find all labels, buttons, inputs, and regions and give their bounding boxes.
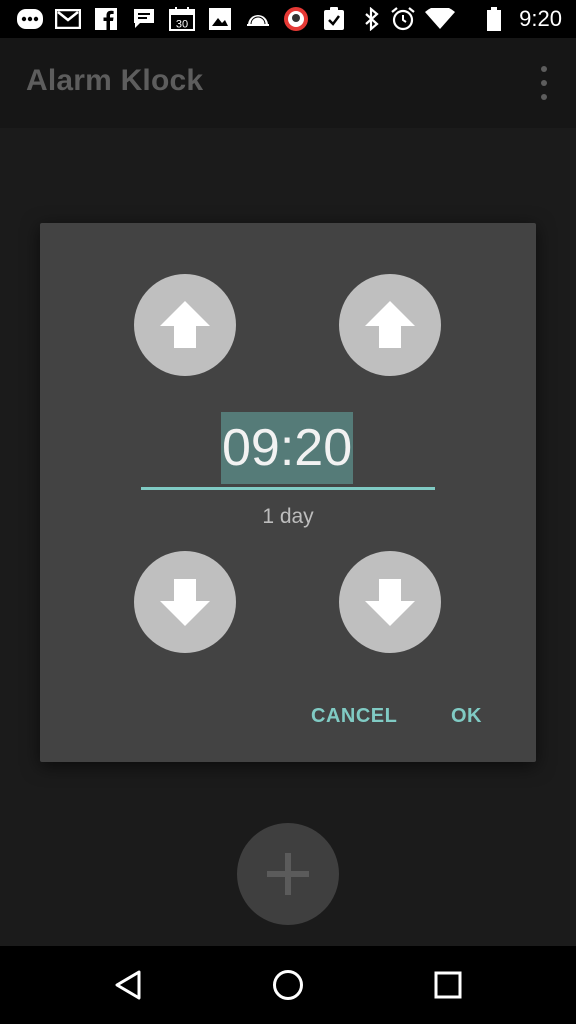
- gmail-icon: [54, 5, 82, 33]
- cancel-button[interactable]: CANCEL: [311, 705, 397, 728]
- app-title: Alarm Klock: [26, 64, 204, 97]
- chat-icon: [130, 5, 158, 33]
- minute-down-button[interactable]: [339, 551, 441, 653]
- facebook-icon: [92, 5, 120, 33]
- overflow-menu-icon[interactable]: [534, 66, 554, 100]
- photos-icon: [206, 5, 234, 33]
- status-time: 9:20: [519, 6, 562, 31]
- arrow-up-icon: [365, 301, 415, 348]
- home-icon[interactable]: [263, 960, 313, 1010]
- ok-button[interactable]: OK: [451, 705, 482, 728]
- arrow-up-icon: [160, 301, 210, 348]
- time-picker-dialog: 09:20 1 day CANCEL OK: [40, 223, 536, 762]
- alarm-icon: [389, 5, 417, 33]
- time-input-underline: [141, 487, 435, 490]
- time-input[interactable]: 09:20: [140, 409, 436, 491]
- back-icon[interactable]: [103, 960, 153, 1010]
- time-value[interactable]: 09:20: [221, 412, 354, 484]
- clipboard-icon: [320, 5, 348, 33]
- battery-icon: [486, 5, 502, 33]
- wifi-icon: [424, 5, 456, 33]
- arrow-down-icon: [365, 579, 415, 626]
- status-bar: 30 9:20: [0, 0, 576, 38]
- arrow-down-icon: [160, 579, 210, 626]
- app-icon: [282, 5, 310, 33]
- screen: 30 9:20 Alarm Klock 09:20 1 day CANCEL O…: [0, 0, 576, 1024]
- recents-icon[interactable]: [423, 960, 473, 1010]
- navigation-bar: [0, 946, 576, 1024]
- add-alarm-button[interactable]: [237, 823, 339, 925]
- bluetooth-icon: [358, 5, 386, 33]
- app-bar: Alarm Klock: [0, 38, 576, 128]
- minute-up-button[interactable]: [339, 274, 441, 376]
- messages-icon: [16, 5, 44, 33]
- cloud-icon: [244, 5, 272, 33]
- calendar-icon: 30: [168, 5, 196, 33]
- hour-up-button[interactable]: [134, 274, 236, 376]
- hour-down-button[interactable]: [134, 551, 236, 653]
- svg-text:30: 30: [176, 19, 188, 31]
- plus-icon: [267, 853, 309, 895]
- duration-label: 1 day: [262, 505, 314, 528]
